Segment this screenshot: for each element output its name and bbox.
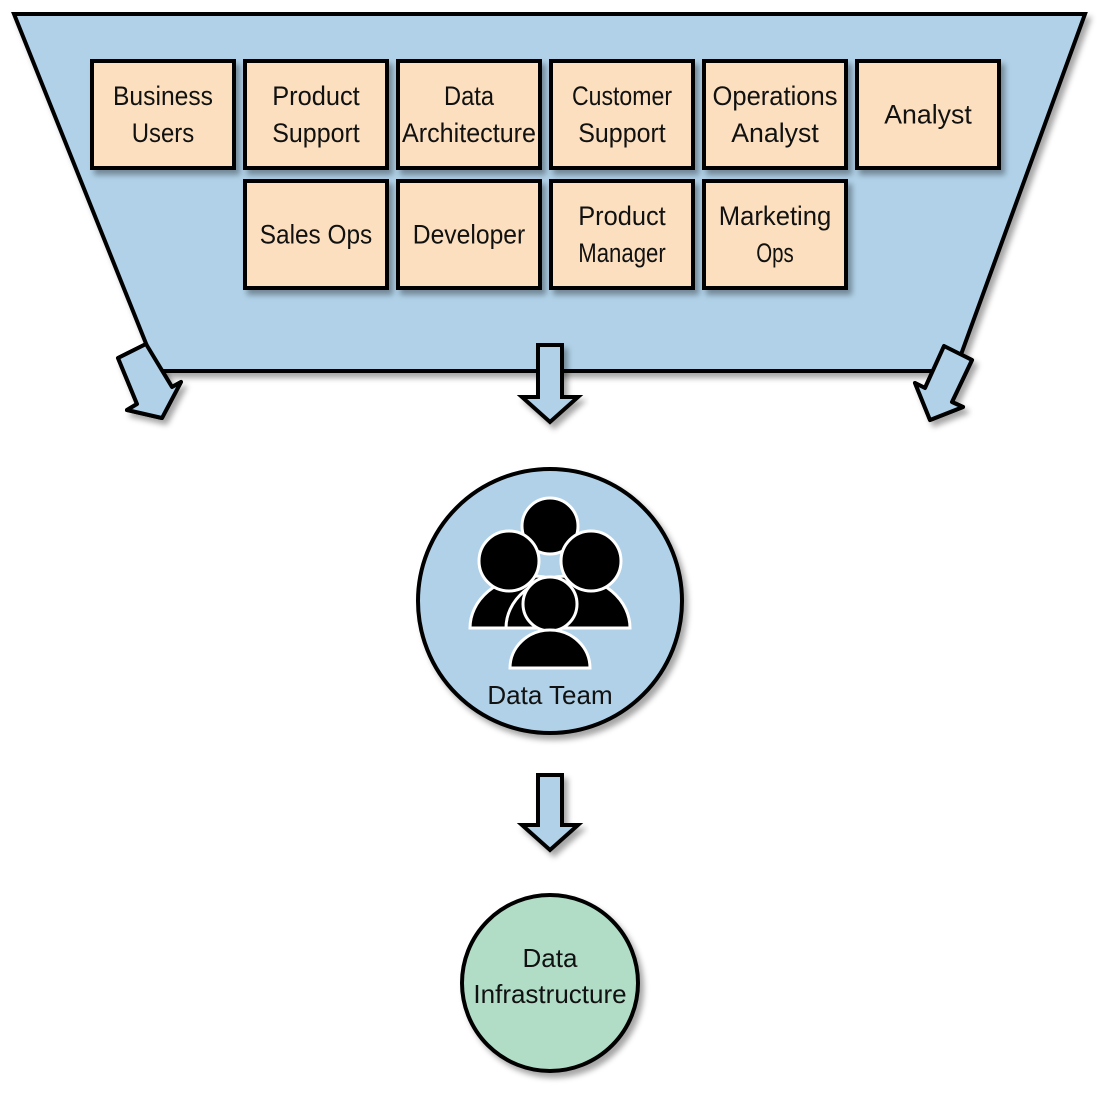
role-box-label: Support (272, 118, 360, 148)
role-box-background (702, 59, 848, 170)
role-box-label: Manager (578, 238, 666, 268)
role-box-label: Business (113, 81, 213, 111)
role-box-label: Developer (413, 220, 526, 250)
role-box: Analyst (855, 59, 1001, 170)
role-box-label: Analyst (884, 100, 972, 130)
role-box-label: Marketing (719, 201, 832, 231)
role-box-label: Data (444, 81, 495, 111)
role-box: Business Users (90, 59, 236, 170)
data-infrastructure-node: Data Infrastructure (460, 893, 640, 1073)
role-box-label: Operations (713, 81, 838, 111)
role-box-label: Product (272, 81, 360, 111)
role-box-label: Analyst (731, 118, 819, 148)
data-infrastructure-label-line-1: Data (523, 943, 578, 973)
role-box-label: Users (132, 118, 195, 148)
role-box: Sales Ops (243, 179, 389, 290)
role-box: Operations Analyst (702, 59, 848, 170)
role-box-label: Ops (756, 238, 794, 268)
role-box: Marketing Ops (702, 179, 848, 290)
role-box-label: Customer (572, 81, 672, 111)
role-box-background (243, 59, 389, 170)
role-box: Product Support (243, 59, 389, 170)
role-box-label: Architecture (402, 118, 536, 148)
role-box-background (90, 59, 236, 170)
role-box: Product Manager (549, 179, 695, 290)
role-box: Data Architecture (396, 59, 542, 170)
role-box-background (702, 179, 848, 290)
data-team-node: Data Team (416, 467, 684, 735)
role-box-background (549, 59, 695, 170)
role-box: Customer Support (549, 59, 695, 170)
role-box-label: Support (578, 118, 666, 148)
role-box: Developer (396, 179, 542, 290)
role-box-label: Sales Ops (260, 220, 373, 250)
role-box-background (549, 179, 695, 290)
data-infrastructure-label-line-2: Infrastructure (473, 979, 626, 1009)
arrow-to-infrastructure (516, 773, 584, 853)
role-box-background (396, 59, 542, 170)
role-box-label: Product (578, 201, 666, 231)
data-team-label: Data Team (487, 680, 612, 710)
data-flow-diagram: Business Users Product Support Data Architect… (11, 12, 1088, 1073)
